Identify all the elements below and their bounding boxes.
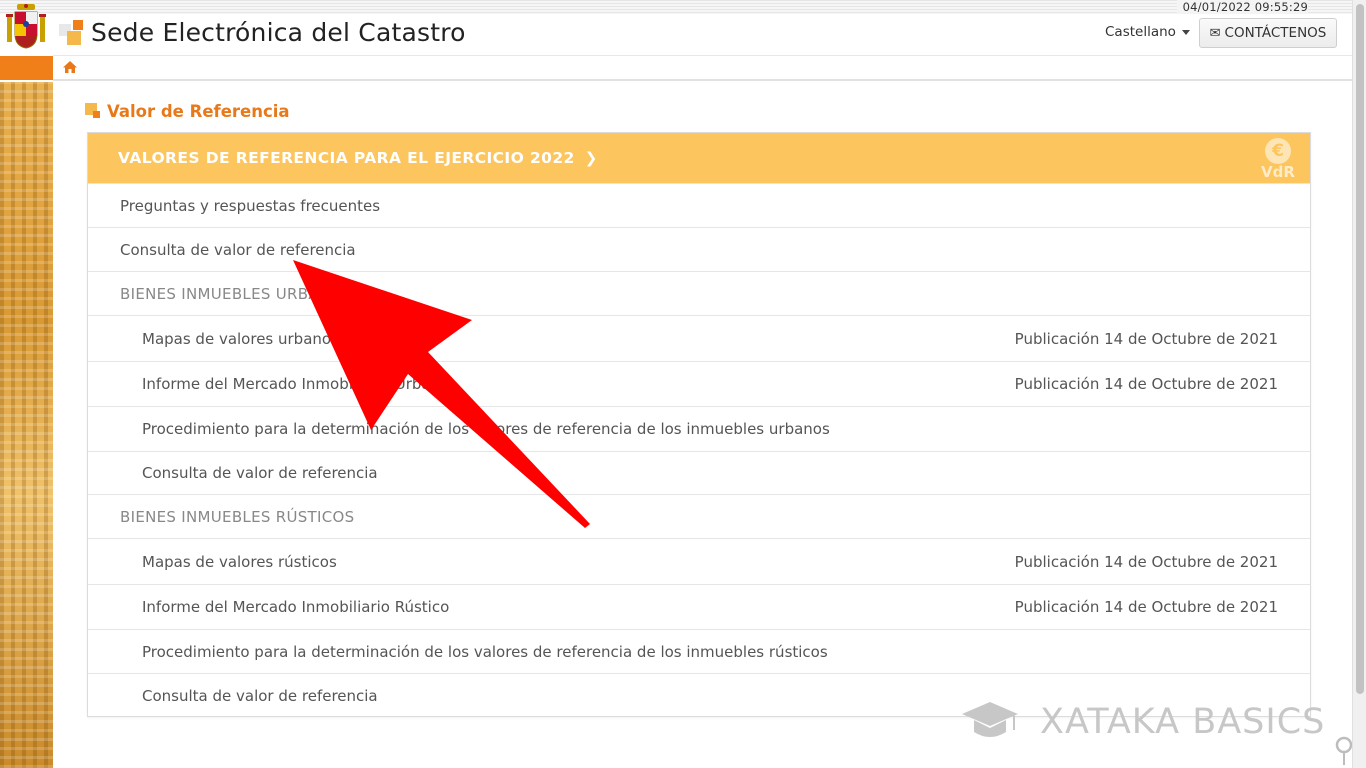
- watermark-text: XATAKA BASICS: [1040, 702, 1326, 742]
- list-item-faq[interactable]: Preguntas y respuestas frecuentes: [88, 183, 1310, 227]
- vdr-text: VdR: [1261, 163, 1295, 181]
- city-photo-strip: [0, 82, 53, 768]
- site-title[interactable]: Sede Electrónica del Catastro: [91, 18, 466, 47]
- list-item-label: Consulta de valor de referencia: [142, 686, 378, 705]
- panel-header-label: VALORES DE REFERENCIA PARA EL EJERCICIO …: [118, 149, 575, 167]
- list-item-label: Procedimiento para la determinación de l…: [142, 420, 830, 438]
- vdr-badge: € VdR: [1256, 138, 1300, 180]
- datetime-display: 04/01/2022 09:55:29: [1176, 0, 1308, 14]
- graduation-cap-icon: [962, 702, 1018, 737]
- publication-date: Publicación 14 de Octubre de 2021: [1014, 552, 1278, 571]
- group-header-rusticos: BIENES INMUEBLES RÚSTICOS: [88, 494, 1310, 538]
- home-icon[interactable]: [62, 59, 78, 75]
- site-header: Sede Electrónica del Catastro Castellano…: [53, 14, 1352, 56]
- breadcrumb: [53, 56, 1352, 81]
- list-item-label: Procedimiento para la determinación de l…: [142, 642, 828, 661]
- list-item-informe-urbano[interactable]: Informe del Mercado Inmobiliario Urbano …: [88, 361, 1310, 406]
- euro-icon: €: [1265, 138, 1291, 164]
- location-pin-icon: [1335, 736, 1353, 765]
- page-title: Valor de Referencia: [107, 102, 290, 121]
- list-item-label: Mapas de valores rústicos: [142, 552, 337, 571]
- list-item-procedimiento-rusticos[interactable]: Procedimiento para la determinación de l…: [88, 629, 1310, 673]
- section-square-icon: [85, 103, 101, 119]
- group-header-label: BIENES INMUEBLES RÚSTICOS: [120, 507, 355, 526]
- reference-values-panel: VALORES DE REFERENCIA PARA EL EJERCICIO …: [87, 132, 1311, 717]
- list-item-label: Informe del Mercado Inmobiliario Urbano: [142, 375, 450, 393]
- coat-of-arms-icon: [6, 4, 46, 49]
- top-stripe: [0, 0, 1352, 14]
- list-item-consulta-urbanos[interactable]: Consulta de valor de referencia: [88, 451, 1310, 494]
- publication-date: Publicación 14 de Octubre de 2021: [1014, 329, 1278, 348]
- caret-down-icon: [1181, 29, 1190, 35]
- vertical-scrollbar[interactable]: [1352, 0, 1366, 768]
- language-selector[interactable]: Castellano: [1105, 24, 1190, 40]
- list-item-label: Consulta de valor de referencia: [142, 464, 378, 482]
- contact-button-label: CONTÁCTENOS: [1224, 25, 1327, 41]
- list-item-label: Consulta de valor de referencia: [120, 240, 356, 259]
- scrollbar-thumb[interactable]: [1356, 4, 1364, 694]
- list-item-consulta[interactable]: Consulta de valor de referencia: [88, 227, 1310, 271]
- list-item-label: Preguntas y respuestas frecuentes: [120, 196, 381, 215]
- group-header-label: BIENES INMUEBLES URBANOS: [120, 284, 353, 303]
- publication-date: Publicación 14 de Octubre de 2021: [1014, 375, 1278, 393]
- envelope-icon: ✉: [1209, 26, 1221, 41]
- list-item-label: Mapas de valores urbanos: [142, 329, 339, 348]
- list-item-mapas-urbanos[interactable]: Mapas de valores urbanos Publicación 14 …: [88, 315, 1310, 361]
- left-orange-tab: [0, 56, 53, 80]
- chevron-right-icon: ❯: [584, 149, 598, 167]
- panel-header-link[interactable]: VALORES DE REFERENCIA PARA EL EJERCICIO …: [88, 133, 1310, 183]
- language-label: Castellano: [1105, 24, 1176, 40]
- list-item-label: Informe del Mercado Inmobiliario Rústico: [142, 598, 450, 616]
- list-item-procedimiento-urbanos[interactable]: Procedimiento para la determinación de l…: [88, 406, 1310, 451]
- list-item-mapas-rusticos[interactable]: Mapas de valores rústicos Publicación 14…: [88, 538, 1310, 584]
- group-header-urbanos: BIENES INMUEBLES URBANOS: [88, 271, 1310, 315]
- catastro-logo-icon: [59, 20, 85, 46]
- publication-date: Publicación 14 de Octubre de 2021: [1014, 598, 1278, 616]
- list-item-informe-rustico[interactable]: Informe del Mercado Inmobiliario Rústico…: [88, 584, 1310, 629]
- contact-button[interactable]: ✉ CONTÁCTENOS: [1199, 18, 1337, 48]
